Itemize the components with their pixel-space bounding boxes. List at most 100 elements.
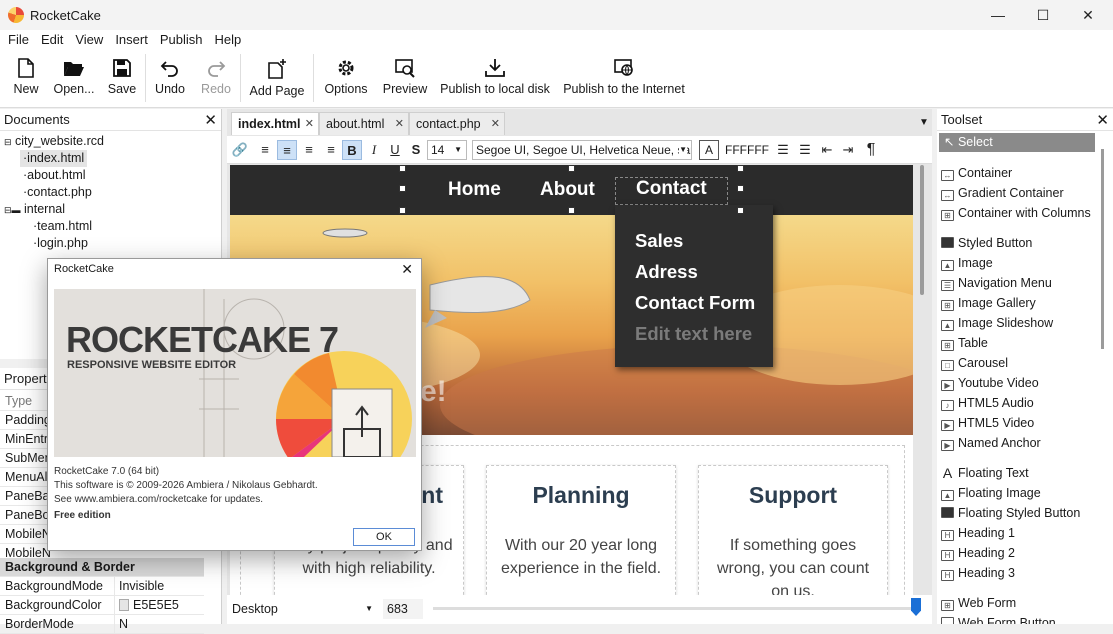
indent-icon[interactable]: ⇥ xyxy=(838,140,858,160)
tool-container-columns[interactable]: ⊞ Container with Columns xyxy=(941,203,1099,223)
tree-file-index[interactable]: ·index.html xyxy=(20,150,88,167)
italic-button[interactable]: I xyxy=(364,140,384,160)
tool-navigation-menu[interactable]: ☰ Navigation Menu xyxy=(941,273,1099,293)
dialog-close-icon[interactable]: ✕ xyxy=(401,261,413,278)
view-mode-select[interactable]: Desktop ▼ xyxy=(229,599,379,619)
underline-button[interactable]: U xyxy=(385,140,405,160)
paragraph-icon[interactable]: ¶ xyxy=(861,140,881,160)
preview-button[interactable]: Preview xyxy=(380,50,430,106)
collapse-icon[interactable]: ⊟ xyxy=(4,137,12,147)
resize-handle[interactable] xyxy=(568,165,575,172)
menu-view[interactable]: View xyxy=(71,30,107,50)
tree-file-contact[interactable]: ·contact.php xyxy=(20,184,95,201)
close-tab-icon[interactable]: ✕ xyxy=(395,113,404,135)
tree-file-about[interactable]: ·about.html xyxy=(20,167,89,184)
maximize-button[interactable]: ☐ xyxy=(1020,0,1066,30)
feature-card[interactable]: Planning With our 20 year long experienc… xyxy=(486,465,676,595)
color-value[interactable]: FFFFFF xyxy=(721,140,769,160)
new-button[interactable]: New xyxy=(6,50,46,106)
tool-carousel[interactable]: □ Carousel xyxy=(941,353,1099,373)
open-button[interactable]: Open... xyxy=(50,50,98,106)
toolset-scrollbar[interactable] xyxy=(1101,149,1104,349)
font-size-select[interactable]: 14 ▼ xyxy=(427,140,467,160)
ok-button[interactable]: OK xyxy=(353,528,415,546)
prop-section-header[interactable]: Background & Border xyxy=(0,558,204,577)
strikethrough-icon[interactable]: S xyxy=(406,140,426,160)
tool-heading-1[interactable]: H Heading 1 xyxy=(941,523,1099,543)
prop-row[interactable]: BorderMode N xyxy=(0,615,204,634)
resize-handle[interactable] xyxy=(737,165,744,172)
close-tab-icon[interactable]: ✕ xyxy=(305,113,314,135)
options-button[interactable]: Options xyxy=(320,50,372,106)
color-swatch[interactable] xyxy=(119,599,129,611)
dropdown-item-sales[interactable]: Sales xyxy=(635,230,683,252)
menu-publish[interactable]: Publish xyxy=(156,30,207,50)
width-slider-thumb[interactable] xyxy=(911,598,921,616)
save-button[interactable]: Save xyxy=(102,50,142,106)
tree-file-login[interactable]: ·login.php xyxy=(30,235,91,252)
width-slider-track[interactable] xyxy=(433,607,911,610)
dropdown-item-contact-form[interactable]: Contact Form xyxy=(635,292,755,314)
close-tab-icon[interactable]: ✕ xyxy=(491,113,500,135)
tool-html5-audio[interactable]: ♪ HTML5 Audio xyxy=(941,393,1099,413)
resize-handle[interactable] xyxy=(568,207,575,214)
tab-contact[interactable]: contact.php ✕ xyxy=(409,112,505,135)
prop-row[interactable]: BackgroundColor E5E5E5 xyxy=(0,596,204,615)
undo-button[interactable]: Undo xyxy=(150,50,190,106)
publish-internet-button[interactable]: Publish to the Internet xyxy=(560,50,688,106)
tool-heading-2[interactable]: H Heading 2 xyxy=(941,543,1099,563)
tool-styled-button[interactable]: Styled Button xyxy=(941,233,1099,253)
minimize-button[interactable]: — xyxy=(975,0,1021,30)
link-icon[interactable]: 🔗 xyxy=(230,140,250,160)
tool-image[interactable]: ▲ Image xyxy=(941,253,1099,273)
bullet-list-icon[interactable]: ☰ xyxy=(773,140,793,160)
color-value[interactable]: E5E5E5 xyxy=(114,596,204,615)
resize-handle[interactable] xyxy=(737,207,744,214)
dropdown-item-address[interactable]: Adress xyxy=(635,261,698,283)
tool-web-form[interactable]: ⊞ Web Form xyxy=(941,593,1099,613)
dropdown-item-placeholder[interactable]: Edit text here xyxy=(635,323,752,345)
nav-about[interactable]: About xyxy=(540,179,595,201)
font-family-select[interactable]: Segoe UI, Segoe UI, Helvetica Neue, san ▼ xyxy=(472,140,692,160)
resize-handle[interactable] xyxy=(399,207,406,214)
align-right-icon[interactable]: ≡ xyxy=(299,140,319,160)
tool-floating-text[interactable]: A Floating Text xyxy=(941,463,1099,483)
tool-select[interactable]: ↖ Select xyxy=(939,133,1095,152)
documents-close-icon[interactable]: ✕ xyxy=(204,110,217,132)
prop-row[interactable]: BackgroundMode Invisible xyxy=(0,577,204,596)
tool-table[interactable]: ⊞ Table xyxy=(941,333,1099,353)
resize-handle[interactable] xyxy=(399,185,406,192)
nav-contact[interactable]: Contact xyxy=(615,177,728,205)
tree-folder-internal[interactable]: ⊟▬ internal xyxy=(4,201,65,218)
bold-button[interactable]: B xyxy=(342,140,362,160)
tree-project[interactable]: ⊟ city_website.rcd xyxy=(4,133,104,150)
tool-gradient-container[interactable]: ↔ Gradient Container xyxy=(941,183,1099,203)
width-field[interactable]: 683 xyxy=(383,599,423,619)
tool-html5-video[interactable]: ▶ HTML5 Video xyxy=(941,413,1099,433)
add-page-button[interactable]: Add Page xyxy=(246,50,308,106)
tool-web-form-button[interactable]: Web Form Button xyxy=(941,613,1099,624)
publish-local-button[interactable]: Publish to local disk xyxy=(438,50,552,106)
tool-floating-image[interactable]: ▲ Floating Image xyxy=(941,483,1099,503)
justify-icon[interactable]: ≡ xyxy=(321,140,341,160)
tool-floating-styled-button[interactable]: Floating Styled Button xyxy=(941,503,1099,523)
vertical-scrollbar[interactable] xyxy=(920,165,924,295)
menu-insert[interactable]: Insert xyxy=(111,30,152,50)
toolset-close-icon[interactable]: ✕ xyxy=(1096,110,1109,132)
resize-handle[interactable] xyxy=(399,165,406,172)
tool-image-slideshow[interactable]: ▲ Image Slideshow xyxy=(941,313,1099,333)
tab-about[interactable]: about.html ✕ xyxy=(319,112,409,135)
menu-help[interactable]: Help xyxy=(210,30,245,50)
close-button[interactable]: ✕ xyxy=(1065,0,1111,30)
tab-list-icon[interactable]: ▼ xyxy=(919,117,929,128)
align-left-icon[interactable]: ≡ xyxy=(255,140,275,160)
tool-container[interactable]: ↔ Container xyxy=(941,163,1099,183)
text-color-button[interactable]: A xyxy=(699,140,719,160)
redo-button[interactable]: Redo xyxy=(196,50,236,106)
collapse-icon[interactable]: ⊟ xyxy=(4,205,12,215)
menu-file[interactable]: File xyxy=(4,30,33,50)
nav-home[interactable]: Home xyxy=(448,179,501,201)
tool-youtube-video[interactable]: ▶ Youtube Video xyxy=(941,373,1099,393)
align-center-icon[interactable]: ≡ xyxy=(277,140,297,160)
feature-card[interactable]: Support If something goes wrong, you can… xyxy=(698,465,888,595)
